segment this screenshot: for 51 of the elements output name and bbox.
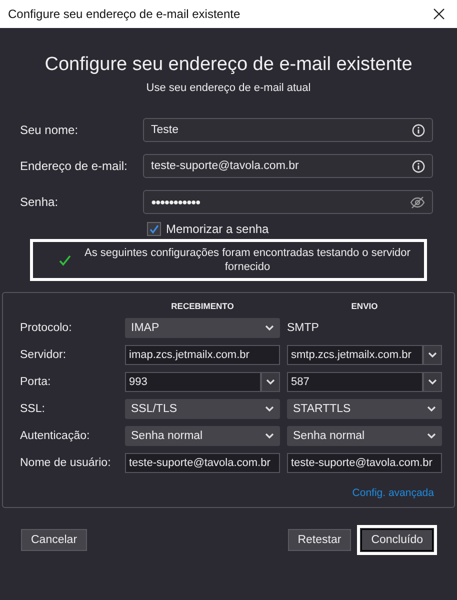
dropdown[interactable]: Senha normal — [125, 426, 280, 446]
dropdown-button[interactable] — [261, 372, 280, 392]
input-field[interactable]: imap.zcs.jetmailx.com.br — [125, 345, 280, 365]
chevron-down-icon — [265, 325, 274, 331]
info-icon[interactable] — [412, 124, 425, 136]
input-field[interactable]: 587 — [287, 372, 423, 392]
checkbox[interactable] — [147, 222, 161, 236]
dialog-subheading: Use seu endereço de e-mail atual — [145, 82, 312, 94]
row-label: Nome de usuário: — [20, 457, 112, 469]
input-field[interactable]: teste-suporte@tavola.com.br — [125, 453, 280, 473]
dialog-button[interactable]: Retestar — [288, 529, 352, 551]
dropdown[interactable]: SSL/TLS — [125, 399, 280, 419]
chevron-down-icon — [428, 379, 437, 385]
row-label: Servidor: — [20, 349, 68, 361]
checkmark-icon — [59, 254, 71, 266]
row-label: Autenticação: — [20, 430, 91, 442]
input-field[interactable]: ●●●●●●●●●●● — [143, 190, 433, 214]
close-icon[interactable] — [433, 8, 445, 20]
input-field[interactable]: teste-suporte@tavola.com.br — [143, 154, 433, 178]
column-header: ENVIO — [350, 301, 379, 311]
dropdown-button[interactable] — [423, 372, 442, 392]
input-field[interactable]: 993 — [125, 372, 261, 392]
row-label: Porta: — [20, 376, 52, 388]
chevron-down-icon — [266, 379, 275, 385]
input-field[interactable]: teste-suporte@tavola.com.br — [287, 453, 442, 473]
dialog-heading: Configure seu endereço de e-mail existente — [44, 54, 414, 76]
dialog-button[interactable]: Cancelar — [21, 529, 88, 551]
chevron-down-icon — [427, 433, 436, 439]
input-field[interactable]: smtp.zcs.jetmailx.com.br — [287, 345, 423, 365]
input-field[interactable]: Teste — [143, 118, 433, 142]
dropdown[interactable]: STARTTLS — [287, 399, 442, 419]
dropdown[interactable]: Senha normal — [287, 426, 442, 446]
field-label: Senha: — [20, 195, 60, 209]
field-label: Endereço de e-mail: — [20, 159, 128, 173]
column-header: RECEBIMENTO — [170, 301, 235, 311]
info-icon[interactable] — [412, 160, 425, 172]
field-label: Seu nome: — [20, 123, 80, 137]
dropdown[interactable]: IMAP — [125, 318, 280, 338]
chevron-down-icon — [428, 352, 437, 358]
dropdown-button[interactable] — [423, 345, 442, 365]
window-title: Configure seu endereço de e-mail existente — [8, 7, 240, 21]
checkbox-label[interactable]: Memorizar a senha — [166, 222, 269, 236]
row-label: Protocolo: — [20, 322, 73, 334]
chevron-down-icon — [265, 433, 274, 439]
row-label: SSL: — [20, 403, 46, 415]
protocol-value: SMTP — [287, 322, 320, 334]
chevron-down-icon — [427, 406, 436, 412]
chevron-down-icon — [265, 406, 274, 412]
status-message: As seguintes configurações foram encontradas testando o servidor fornecido — [84, 246, 412, 274]
eye-slash-icon[interactable] — [410, 196, 425, 208]
advanced-config-link[interactable]: Config. avançada — [352, 487, 434, 499]
